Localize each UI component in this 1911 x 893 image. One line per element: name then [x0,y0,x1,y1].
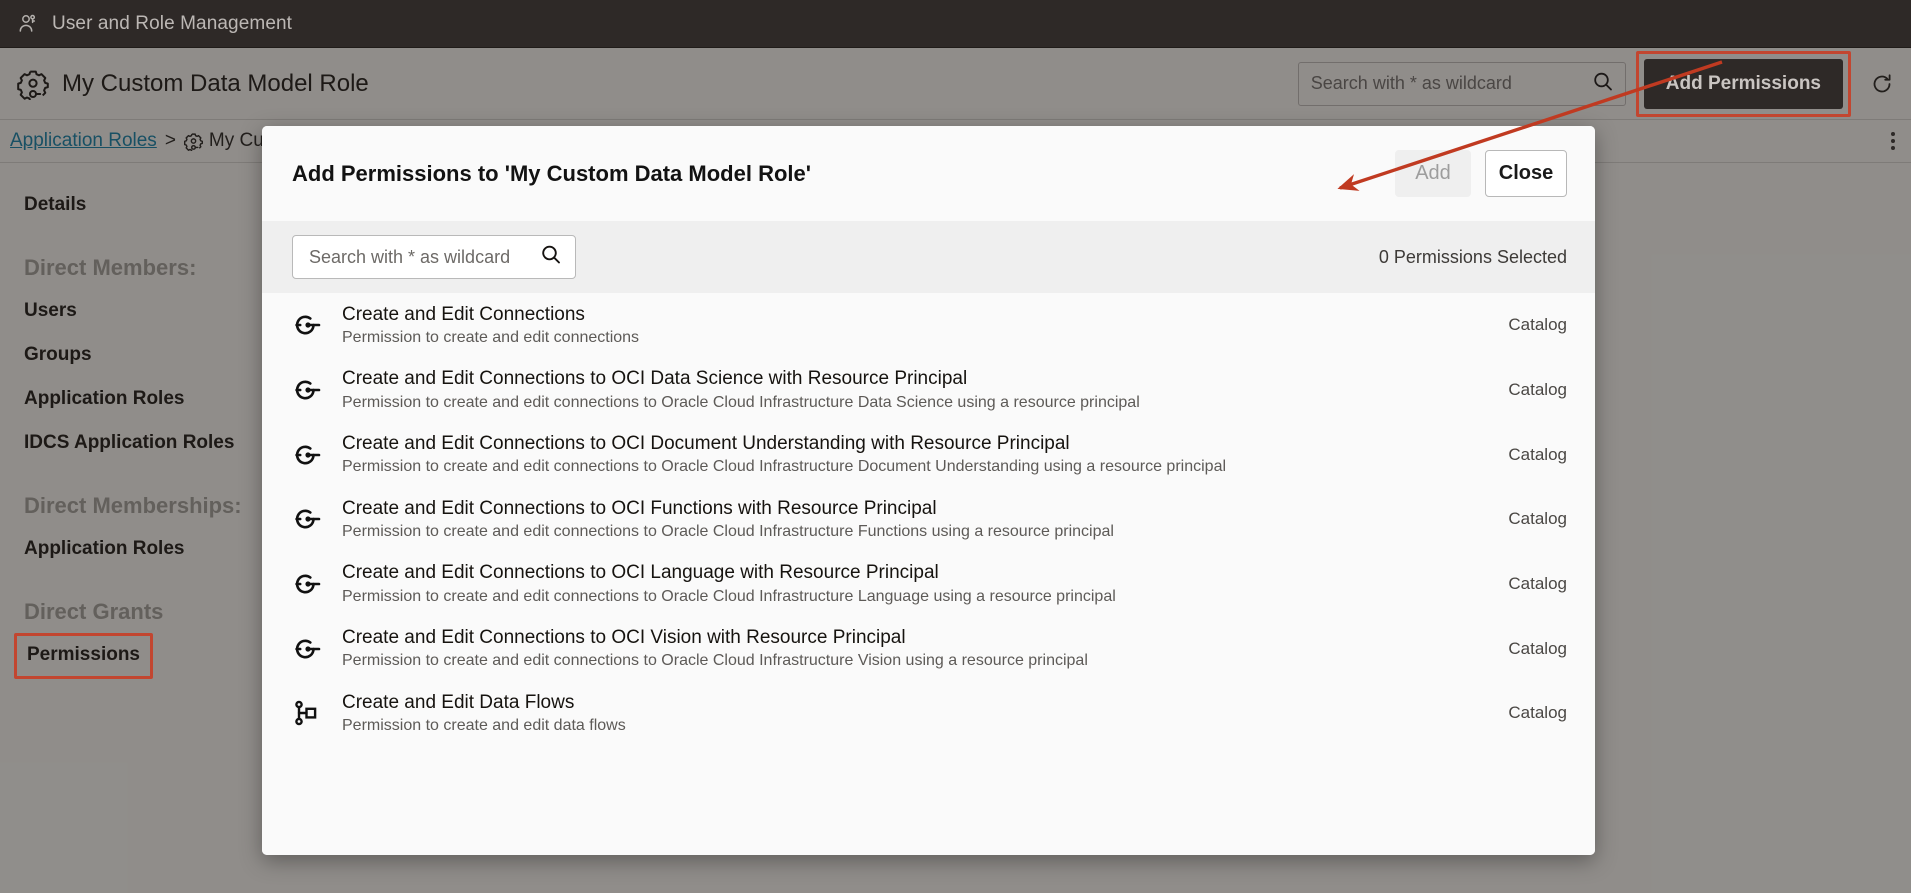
selected-count-label: 0 Permissions Selected [1378,246,1567,267]
dialog-title: Add Permissions to 'My Custom Data Model… [292,160,811,186]
permission-row[interactable]: Create and Edit Connections to OCI Visio… [262,616,1595,681]
permission-name: Create and Edit Connections [342,303,585,325]
permission-description: Permission to create and edit connection… [342,328,640,346]
permission-category: Catalog [1508,380,1567,400]
permission-category: Catalog [1508,444,1567,464]
permission-name: Create and Edit Connections to OCI Langu… [342,562,939,584]
permission-name: Create and Edit Connections to OCI Funct… [342,497,937,519]
permission-description: Permission to create and edit connection… [342,523,1114,541]
permission-name: Create and Edit Connections to OCI Data … [342,368,968,390]
permission-row[interactable]: Create and Edit Connections to OCI Funct… [262,487,1595,552]
permission-row[interactable]: Create and Edit Connections to OCI Docum… [262,422,1595,487]
permission-row[interactable]: Create and Edit Connections Permission to… [262,293,1595,358]
data-flow-icon [288,693,328,733]
permission-row[interactable]: Create and Edit Connections to OCI Data … [262,358,1595,423]
dialog-header: Add Permissions to 'My Custom Data Model… [262,126,1595,221]
permission-text: Create and Edit Connections to OCI Visio… [342,627,1088,671]
permission-description: Permission to create and edit connection… [342,652,1088,670]
connection-icon [288,499,328,539]
dialog-search-wrapper[interactable] [292,235,576,279]
permissions-list[interactable]: Create and Edit Connections Permission to… [262,293,1595,855]
connection-icon [288,435,328,475]
close-button[interactable]: Close [1485,150,1567,197]
connection-icon [288,564,328,604]
permission-category: Catalog [1508,574,1567,594]
permission-name: Create and Edit Data Flows [342,691,575,713]
permissions-list-container: Create and Edit Connections Permission to… [262,293,1595,855]
permissions-search-input[interactable] [307,245,533,269]
permission-text: Create and Edit Connections to OCI Funct… [342,498,1114,542]
connection-icon [288,629,328,669]
permission-name: Create and Edit Connections to OCI Docum… [342,432,1070,454]
permission-category: Catalog [1508,315,1567,335]
dialog-search-bar: 0 Permissions Selected [262,221,1595,293]
permission-row[interactable]: Create and Edit Connections to OCI Langu… [262,552,1595,617]
permission-category: Catalog [1508,509,1567,529]
dialog-header-actions: Add Close [1395,150,1567,197]
connection-icon [288,370,328,410]
add-permissions-dialog: Add Permissions to 'My Custom Data Model… [262,126,1595,855]
screen-root: User and Role Management My Custom Data … [0,0,1911,893]
permission-text: Create and Edit Connections to OCI Langu… [342,562,1116,606]
permission-category: Catalog [1508,703,1567,723]
connection-icon [288,305,328,345]
permission-name: Create and Edit Connections to OCI Visio… [342,626,906,648]
permission-category: Catalog [1508,638,1567,658]
permission-text: Create and Edit Connections Permission to… [342,304,639,348]
search-icon[interactable] [539,243,563,272]
permission-text: Create and Edit Connections to OCI Data … [342,368,1140,412]
permission-text: Create and Edit Data Flows Permission to … [342,692,626,736]
permission-description: Permission to create and edit connection… [342,393,1140,411]
add-button[interactable]: Add [1395,150,1471,197]
permission-description: Permission to create and edit connection… [342,458,1227,476]
permission-description: Permission to create and edit connection… [342,587,1116,605]
permission-description: Permission to create and edit data flows [342,717,626,735]
permission-text: Create and Edit Connections to OCI Docum… [342,433,1226,477]
permission-row[interactable]: Create and Edit Data Flows Permission to … [262,681,1595,746]
